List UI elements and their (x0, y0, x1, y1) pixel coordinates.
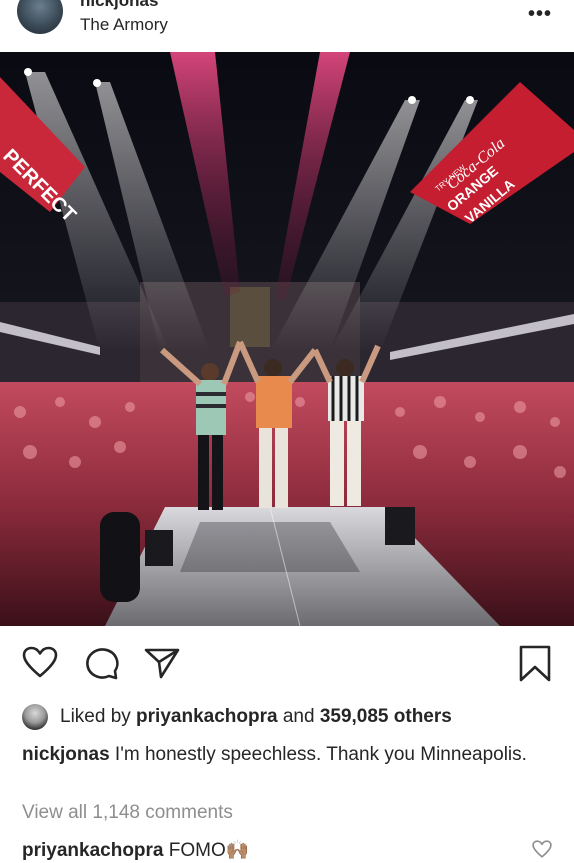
caption-text: I'm honestly speechless. Thank you Minne… (109, 744, 527, 765)
comment-like-heart-icon[interactable] (532, 840, 552, 863)
comment-row: priyankachopra FOMO🙌🏽 (22, 838, 249, 862)
likes-others[interactable]: 359,085 others (320, 706, 452, 727)
post-actions (0, 640, 574, 690)
likes-middle: and (277, 706, 320, 727)
likes-prefix: Liked by (60, 706, 137, 727)
heart-icon[interactable] (22, 646, 58, 678)
post-photo[interactable]: PERFECT Coca-Cola ORANGE VANILLA TRY NEW (0, 52, 574, 626)
view-all-comments-link[interactable]: View all 1,148 comments (22, 802, 233, 824)
post-caption: nickjonas I'm honestly speechless. Thank… (22, 742, 552, 767)
caption-username[interactable]: nickjonas (22, 744, 110, 765)
post-header: nickjonas The Armory ••• (0, 0, 574, 52)
send-icon[interactable] (144, 646, 180, 680)
profile-avatar[interactable] (17, 0, 63, 34)
comment-icon[interactable] (84, 646, 120, 680)
bookmark-icon[interactable] (518, 644, 552, 682)
post-username[interactable]: nickjonas (80, 0, 158, 11)
liker-avatar[interactable] (22, 704, 48, 730)
likes-summary[interactable]: Liked by priyankachopra and 359,085 othe… (60, 706, 452, 728)
liker-username[interactable]: priyankachopra (136, 706, 278, 727)
post-location[interactable]: The Armory (80, 15, 168, 35)
more-options-icon[interactable]: ••• (528, 3, 552, 26)
